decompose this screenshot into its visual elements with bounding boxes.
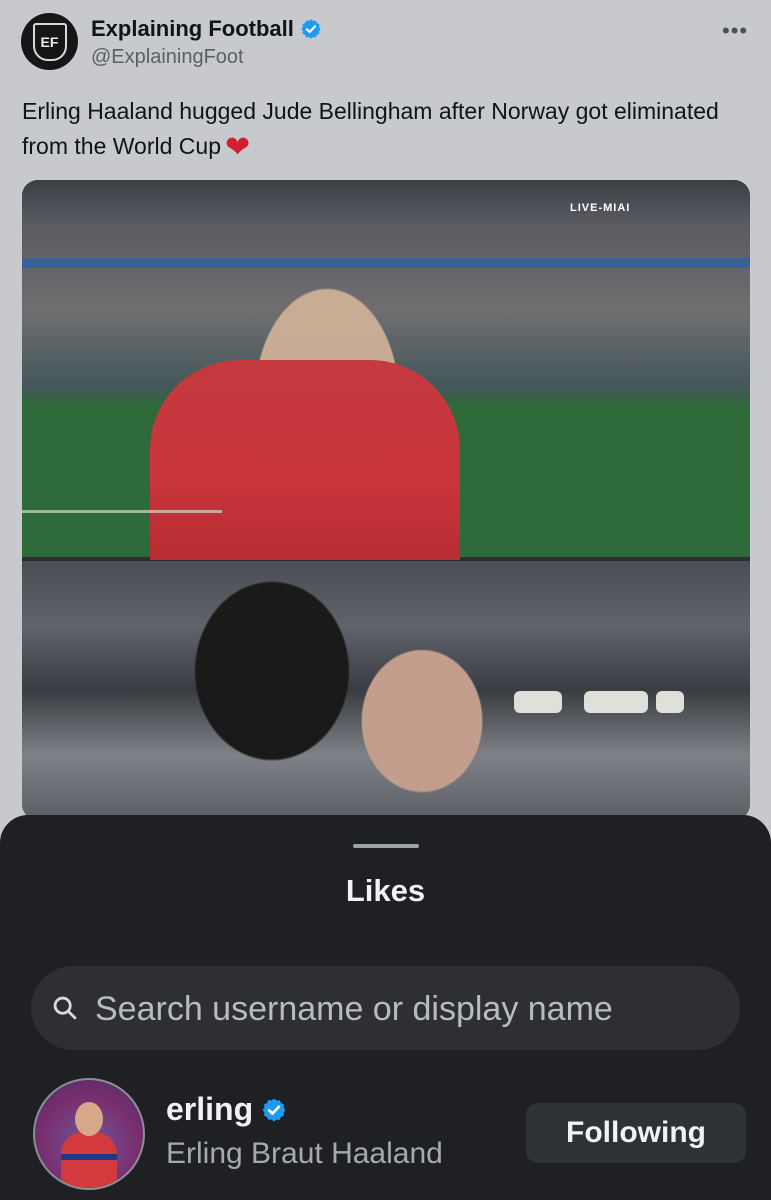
player-shirt (150, 360, 460, 560)
author-avatar[interactable]: EF (21, 13, 78, 70)
author-logo: EF (32, 22, 67, 61)
verified-badge-icon (262, 1098, 286, 1121)
stadium-light (656, 691, 684, 713)
sheet-title: Likes (345, 873, 426, 908)
broadcast-overlay: LIVE-MIAI (570, 202, 631, 214)
pitch-line (22, 510, 222, 513)
stadium-light (584, 691, 648, 713)
username-text: erling (166, 1091, 254, 1127)
stadium-light (514, 691, 562, 713)
search-bar[interactable] (31, 966, 740, 1052)
user-display-name[interactable]: Erling Braut Haaland (166, 1137, 443, 1171)
photo-hug[interactable] (22, 561, 750, 820)
drag-handle[interactable] (353, 844, 419, 848)
user-name[interactable]: erling (166, 1091, 287, 1128)
photo-haaland-pitch[interactable]: LIVE-MIAI (22, 180, 750, 560)
stadium-banner (22, 258, 750, 268)
likes-sheet: Likes erling Erling Braut Haaland Follow… (0, 815, 771, 1200)
heart-emoji: ❤ (224, 131, 251, 164)
search-input[interactable] (93, 966, 737, 1052)
verified-badge-icon (301, 19, 321, 39)
tweet-media[interactable]: LIVE-MIAI (22, 180, 750, 820)
more-icon[interactable]: ••• (722, 18, 748, 44)
author-name-text: Explaining Football (91, 16, 294, 41)
avatar-jersey-band (61, 1154, 117, 1160)
search-icon (53, 996, 77, 1020)
tweet-body: Erling Haaland hugged Jude Bellingham af… (22, 98, 719, 159)
tweet-card[interactable]: EF Explaining Football @ExplainingFoot •… (0, 0, 771, 860)
user-avatar[interactable] (33, 1078, 145, 1190)
avatar-face (75, 1102, 103, 1136)
avatar-jersey (61, 1132, 117, 1188)
author-handle[interactable]: @ExplainingFoot (91, 46, 244, 69)
following-button[interactable]: Following (526, 1103, 746, 1163)
author-name[interactable]: Explaining Football (91, 16, 322, 42)
tweet-text: Erling Haaland hugged Jude Bellingham af… (22, 94, 742, 165)
